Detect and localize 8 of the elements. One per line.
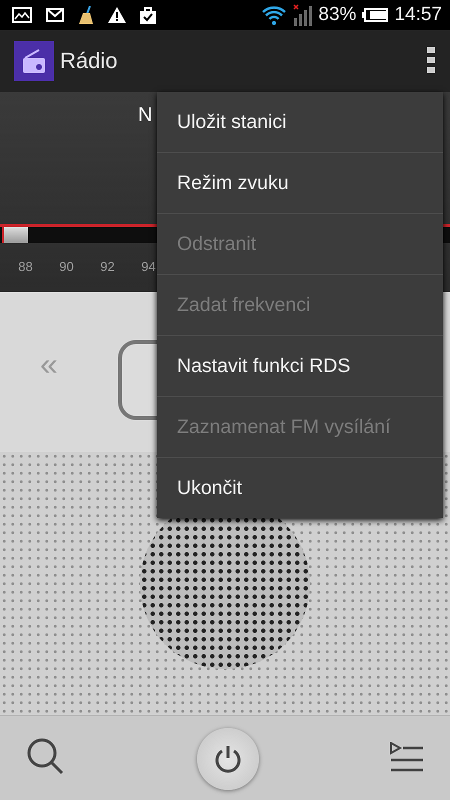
frequency-label: 94 [140, 259, 157, 274]
app-title: Rádio [60, 48, 118, 74]
station-name: N [138, 104, 152, 127]
frequency-label: 88 [17, 259, 34, 274]
frequency-label: 92 [99, 259, 116, 274]
clock: 14:57 [394, 4, 442, 26]
battery-percentage: 83% [318, 4, 356, 26]
frequency-label: 90 [58, 259, 75, 274]
